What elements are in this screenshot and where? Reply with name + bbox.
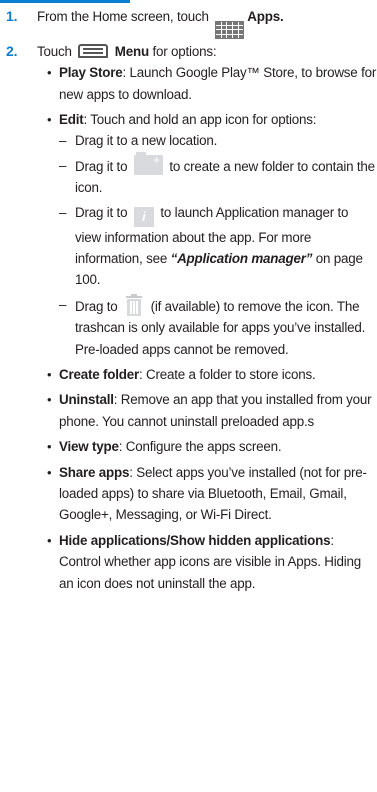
list-item-share-apps: Share apps: Select apps you’ve installed… <box>47 462 377 526</box>
menu-label: Menu <box>114 43 149 59</box>
step-1: 1. From the Home screen, touch Apps. <box>0 6 377 39</box>
sub-item-info: Drag it to i to launch Application manag… <box>59 202 377 291</box>
option-desc: : Touch and hold an app icon for options… <box>83 111 317 127</box>
option-desc: : Configure the apps screen. <box>118 439 282 455</box>
sub-text: Drag it to <box>75 158 128 174</box>
sub-text: Drag to <box>75 298 118 314</box>
step-text: Touch Menu for options: <box>37 41 377 62</box>
list-item-view-type: View type: Configure the apps screen. <box>47 436 377 458</box>
option-term: Share apps <box>59 464 130 480</box>
options-list: Play Store: Launch Google Play™ Store, t… <box>37 62 377 594</box>
sub-item-trash: Drag to (if available) to remove the ico… <box>59 293 377 360</box>
sub-text: Drag it to a new location. <box>75 133 218 149</box>
list-item-uninstall: Uninstall: Remove an app that you instal… <box>47 389 377 432</box>
apps-label: Apps. <box>247 9 284 24</box>
instruction-page: 1. From the Home screen, touch Apps. 2. … <box>0 6 377 598</box>
edit-sub-list: Drag it to a new location. Drag it to to… <box>59 130 377 360</box>
option-term: Edit <box>59 111 84 127</box>
app-info-icon: i <box>133 206 154 227</box>
new-folder-icon <box>133 151 163 175</box>
list-item-hide-apps: Hide applications/Show hidden applicatio… <box>47 530 377 594</box>
step-2-text-after: for options: <box>148 43 217 59</box>
list-item-play-store: Play Store: Launch Google Play™ Store, t… <box>47 62 377 105</box>
option-term: Create folder <box>59 367 139 383</box>
sub-text: Drag it to <box>75 204 128 220</box>
trashcan-icon <box>126 293 143 316</box>
sub-text: (if available) to remove the icon. The t… <box>75 298 366 357</box>
menu-key-icon <box>78 43 109 58</box>
cross-reference: “Application manager” <box>170 251 313 266</box>
sub-item-move: Drag it to a new location. <box>59 130 377 152</box>
step-1-text: From the Home screen, touch <box>37 9 209 24</box>
apps-grid-icon <box>215 20 245 39</box>
option-term: Uninstall <box>59 392 114 408</box>
step-2: 2. Touch Menu for options: Play Store: L… <box>0 41 377 594</box>
option-term: Hide applications/Show hidden applicatio… <box>59 532 331 548</box>
option-term: View type <box>59 439 119 455</box>
list-item-edit: Edit: Touch and hold an app icon for opt… <box>47 109 377 360</box>
step-text: From the Home screen, touch Apps. <box>37 6 377 39</box>
step-number: 2. <box>6 42 18 59</box>
step-number: 1. <box>6 8 18 24</box>
sub-item-folder: Drag it to to create a new folder to con… <box>59 151 377 199</box>
header-rule <box>0 0 130 3</box>
list-item-create-folder: Create folder: Create a folder to store … <box>47 364 377 386</box>
option-desc: : Create a folder to store icons. <box>139 367 316 383</box>
step-2-text: Touch <box>37 43 72 59</box>
option-term: Play Store <box>59 65 123 81</box>
